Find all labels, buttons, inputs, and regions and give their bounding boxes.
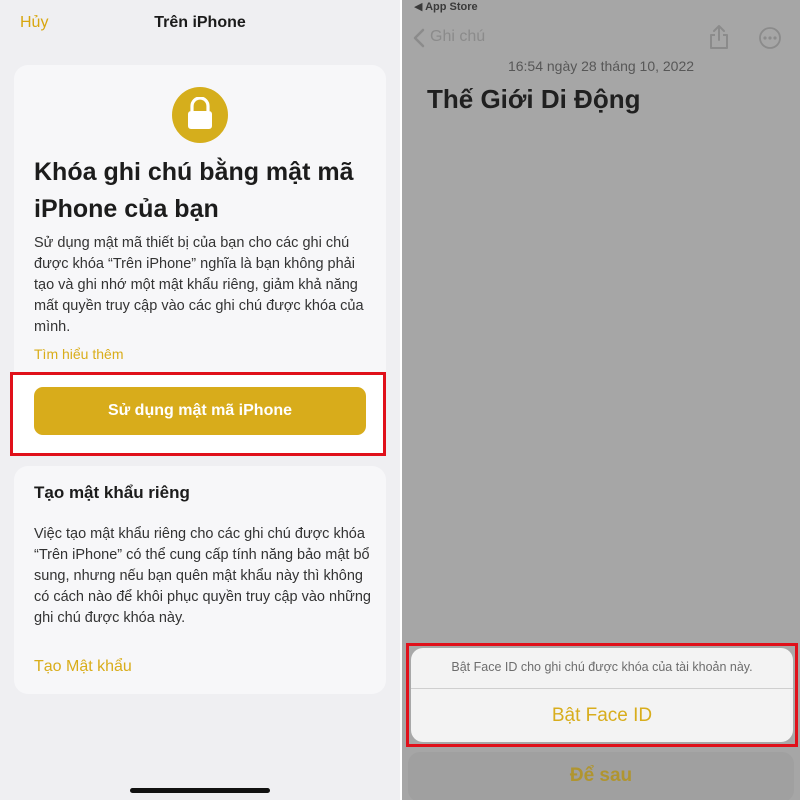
note-timestamp: 16:54 ngày 28 tháng 10, 2022 bbox=[507, 58, 695, 74]
home-indicator bbox=[130, 788, 270, 793]
more-icon[interactable] bbox=[758, 26, 782, 50]
note-title: Thế Giới Di Động bbox=[427, 84, 641, 114]
create-password-link[interactable]: Tạo Mật khẩu bbox=[34, 658, 132, 676]
share-icon[interactable] bbox=[707, 24, 731, 50]
card-heading: Khóa ghi chú bằng mật mã iPhone của bạn bbox=[34, 158, 354, 223]
note-screen: ◀ App Store Ghi chú 16:54 ngày 28 tháng … bbox=[402, 0, 800, 800]
back-button-label[interactable]: Ghi chú bbox=[430, 28, 485, 46]
later-button[interactable]: Để sau bbox=[408, 752, 794, 800]
action-sheet-message: Bật Face ID cho ghi chú được khóa của tà… bbox=[451, 660, 753, 674]
custom-password-description: Việc tạo mật khẩu riêng cho các ghi chú … bbox=[34, 526, 371, 626]
face-id-action-sheet: Bật Face ID cho ghi chú được khóa của tà… bbox=[411, 648, 793, 742]
enable-face-id-button[interactable]: Bật Face ID bbox=[411, 689, 793, 742]
use-iphone-passcode-button[interactable]: Sử dụng mật mã iPhone bbox=[34, 387, 366, 435]
back-to-app-store[interactable]: ◀ App Store bbox=[414, 0, 478, 13]
custom-password-title: Tạo mật khẩu riêng bbox=[34, 483, 190, 502]
lock-icon bbox=[172, 87, 228, 143]
chevron-left-icon[interactable] bbox=[412, 28, 426, 48]
nav-bar: Hủy Trên iPhone bbox=[0, 0, 400, 50]
learn-more-link[interactable]: Tìm hiểu thêm bbox=[34, 346, 123, 362]
lock-setup-screen: Hủy Trên iPhone Khóa ghi chú bằng mật mã… bbox=[0, 0, 400, 800]
card-description: Sử dụng mật mã thiết bị của bạn cho các … bbox=[34, 235, 364, 335]
nav-title: Trên iPhone bbox=[154, 14, 246, 31]
